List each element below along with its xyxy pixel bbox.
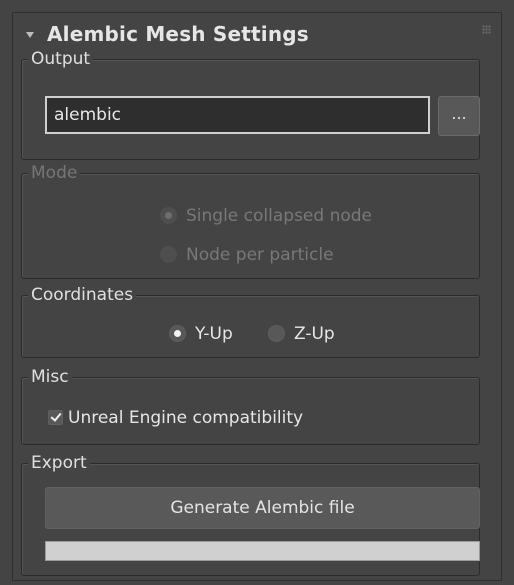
collapse-triangle-icon[interactable] bbox=[26, 32, 34, 38]
coordinates-group-label: Coordinates bbox=[28, 284, 137, 306]
radio-dot-icon bbox=[160, 207, 177, 224]
rollout-title: Alembic Mesh Settings bbox=[47, 22, 309, 46]
mode-group-label: Mode bbox=[28, 162, 81, 184]
radio-label: Node per particle bbox=[186, 245, 334, 265]
window: Alembic Mesh Settings Output alembic ...… bbox=[0, 0, 514, 585]
checkbox-label[interactable]: Unreal Engine compatibility bbox=[68, 406, 303, 430]
radio-dot-icon bbox=[160, 246, 177, 263]
radio-dot-icon[interactable] bbox=[169, 325, 186, 342]
checkbox-check-icon[interactable] bbox=[48, 410, 63, 425]
coordinates-group: Coordinates bbox=[21, 284, 480, 358]
drag-grip-icon[interactable] bbox=[482, 25, 491, 34]
radio-label: Single collapsed node bbox=[186, 206, 373, 226]
radio-label[interactable]: Y-Up bbox=[195, 322, 233, 346]
output-name-input[interactable]: alembic bbox=[45, 96, 430, 134]
output-group-label: Output bbox=[28, 48, 94, 70]
radio-dot-icon[interactable] bbox=[268, 325, 285, 342]
export-group-label: Export bbox=[28, 452, 90, 474]
browse-button[interactable]: ... bbox=[438, 96, 480, 136]
generate-alembic-button[interactable]: Generate Alembic file bbox=[45, 487, 480, 529]
export-progress-bar bbox=[45, 541, 480, 561]
radio-label[interactable]: Z-Up bbox=[294, 322, 335, 346]
misc-group-label: Misc bbox=[28, 366, 72, 388]
